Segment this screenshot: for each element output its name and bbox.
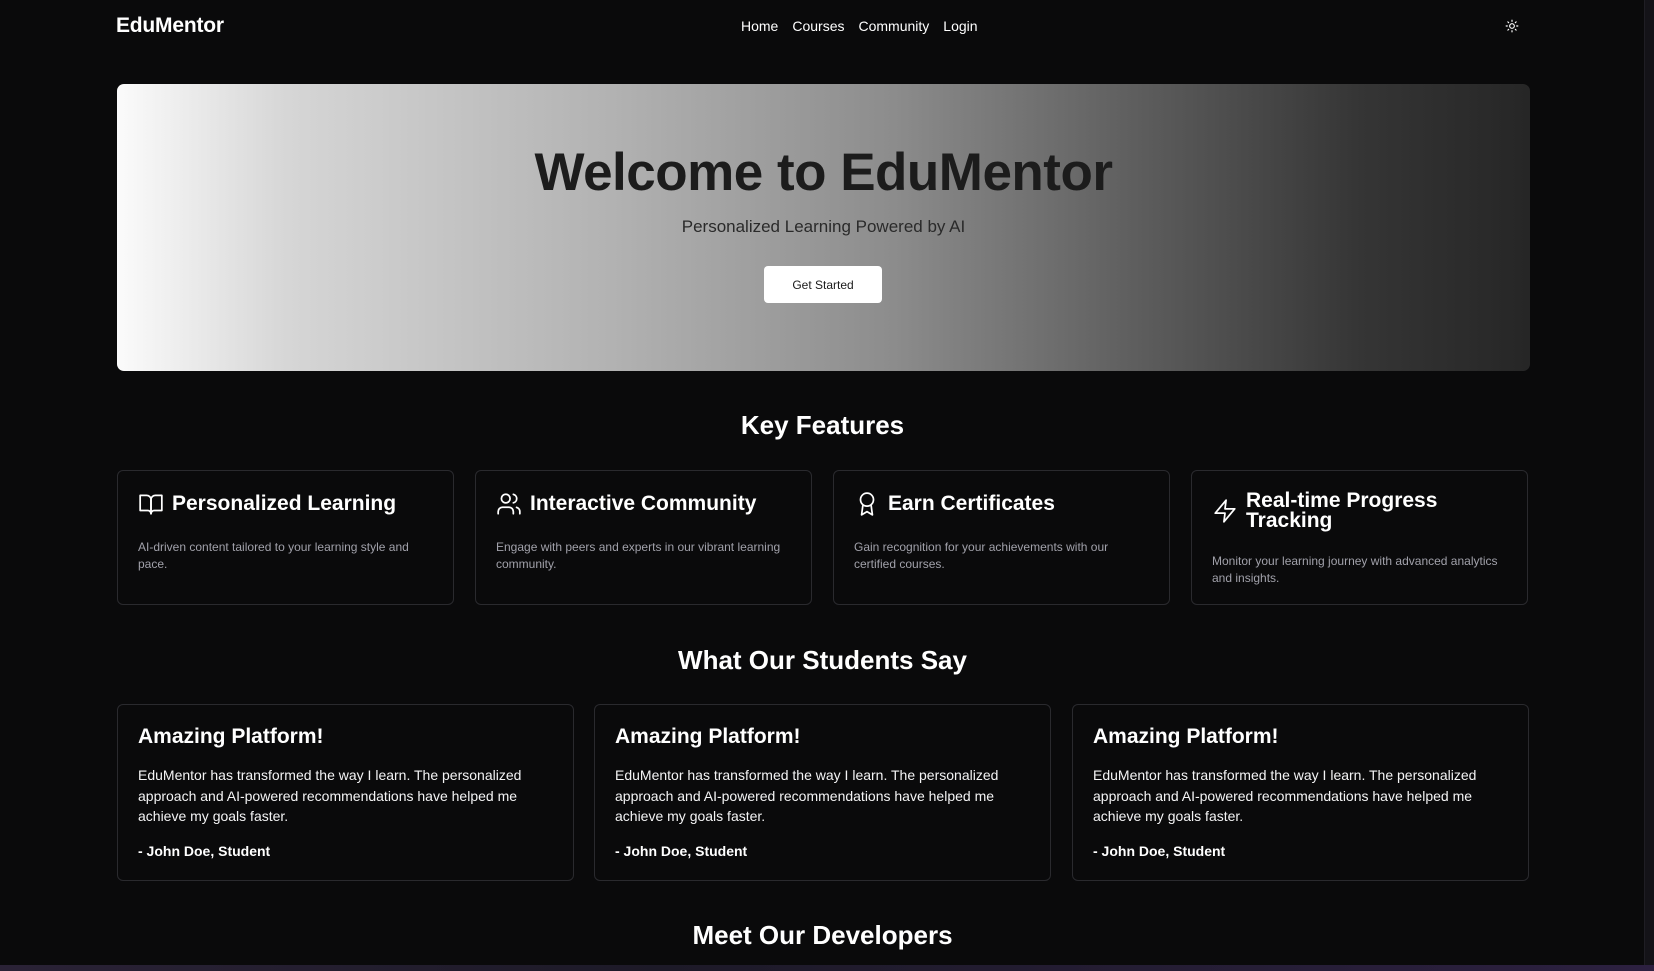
feature-header: Personalized Learning (138, 491, 439, 517)
feature-description: Monitor your learning journey with advan… (1212, 554, 1498, 585)
book-open-icon (138, 491, 164, 517)
feature-card: Earn Certificates Gain recognition for y… (833, 470, 1170, 605)
testimonial-quote: EduMentor has transformed the way I lear… (1093, 767, 1477, 824)
feature-header: Earn Certificates (854, 491, 1155, 517)
sun-icon (1505, 19, 1519, 33)
testimonial-card: Amazing Platform! EduMentor has transfor… (117, 704, 574, 881)
hero-title: Welcome to EduMentor (534, 143, 1113, 202)
feature-title: Earn Certificates (888, 492, 1055, 515)
testimonial-author: - John Doe, Student (615, 843, 748, 859)
developers-heading: Meet Our Developers (692, 920, 953, 950)
testimonials-heading: What Our Students Say (678, 645, 967, 675)
theme-toggle-button[interactable] (1504, 18, 1520, 34)
features-heading: Key Features (740, 410, 905, 440)
nav-link-community[interactable]: Community (859, 18, 930, 34)
feature-card: Interactive Community Engage with peers … (475, 470, 812, 605)
feature-description: AI-driven content tailored to your learn… (138, 540, 409, 571)
zap-icon (1212, 498, 1238, 524)
hero-banner: Welcome to EduMentor Personalized Learni… (117, 84, 1530, 371)
scrollbar-track[interactable] (1644, 0, 1654, 971)
testimonial-quote: EduMentor has transformed the way I lear… (138, 767, 522, 824)
feature-title: Interactive Community (530, 492, 757, 515)
testimonial-title: Amazing Platform! (138, 725, 324, 748)
testimonial-card: Amazing Platform! EduMentor has transfor… (1072, 704, 1529, 881)
nav-link-courses[interactable]: Courses (792, 18, 844, 34)
users-icon (496, 491, 522, 517)
feature-card: Personalized Learning AI-driven content … (117, 470, 454, 605)
testimonial-quote: EduMentor has transformed the way I lear… (615, 767, 999, 824)
testimonial-author: - John Doe, Student (138, 843, 271, 859)
feature-header: Interactive Community (496, 491, 797, 517)
award-icon (854, 491, 880, 517)
feature-description: Gain recognition for your achievements w… (854, 540, 1109, 571)
testimonial-author: - John Doe, Student (1093, 843, 1226, 859)
testimonial-title: Amazing Platform! (1093, 725, 1279, 748)
hero-subtitle: Personalized Learning Powered by AI (681, 217, 966, 236)
feature-title: Personalized Learning (172, 492, 397, 515)
feature-card: Real-time Progress Tracking Monitor your… (1191, 470, 1528, 605)
feature-description: Engage with peers and experts in our vib… (496, 540, 781, 571)
get-started-button[interactable]: Get Started (764, 266, 882, 303)
testimonial-card: Amazing Platform! EduMentor has transfor… (594, 704, 1051, 881)
nav-link-home[interactable]: Home (741, 18, 778, 34)
feature-header: Real-time Progress Tracking (1212, 489, 1513, 532)
feature-title: Real-time Progress Tracking (1246, 489, 1438, 532)
brand-logo[interactable]: EduMentor (116, 14, 224, 38)
navbar: EduMentor Home Courses Community Login (0, 0, 1645, 54)
nav-links: Home Courses Community Login (741, 18, 978, 34)
bottom-edge (0, 965, 1654, 971)
testimonial-title: Amazing Platform! (615, 725, 801, 748)
nav-link-login[interactable]: Login (943, 18, 977, 34)
page: EduMentor Home Courses Community Login W… (0, 0, 1654, 971)
